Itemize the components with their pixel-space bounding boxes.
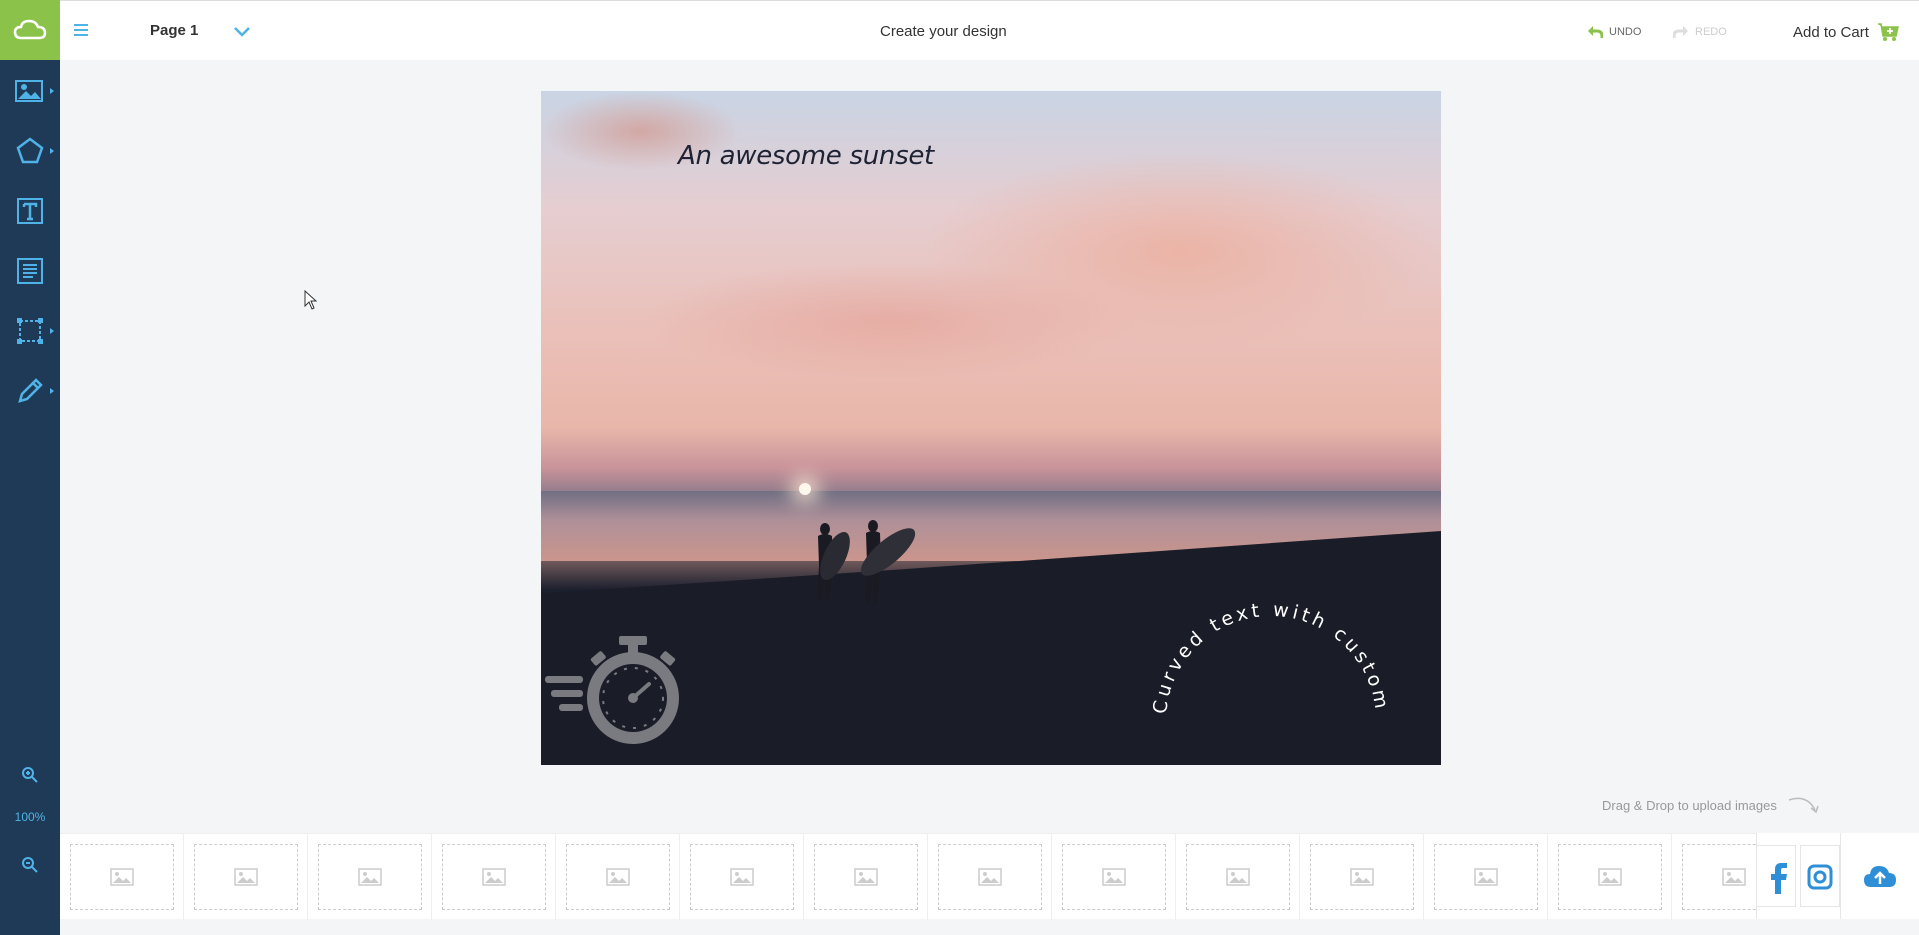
curved-arrow-icon — [1788, 797, 1819, 814]
design-canvas[interactable]: An awesome sunset Curved text with custo… — [541, 91, 1441, 765]
image-placeholder[interactable] — [184, 834, 308, 920]
image-placeholder-icon — [729, 868, 754, 886]
text-tool-button[interactable] — [0, 186, 60, 236]
cart-icon — [1877, 23, 1899, 41]
undo-icon — [1588, 26, 1603, 38]
image-placeholder-icon — [1101, 868, 1126, 886]
pencil-icon — [18, 378, 43, 403]
image-placeholder[interactable] — [1548, 834, 1672, 920]
image-placeholder-icon — [977, 868, 1002, 886]
add-to-cart-button[interactable]: Add to Cart — [1793, 22, 1899, 42]
zoom-out-icon — [22, 857, 38, 873]
pentagon-icon — [16, 137, 44, 164]
add-to-cart-label: Add to Cart — [1793, 23, 1869, 41]
image-icon — [15, 80, 43, 102]
cloud-logo-icon[interactable] — [0, 0, 60, 60]
image-placeholder-icon — [1349, 868, 1374, 886]
page-title: Create your design — [880, 23, 1007, 40]
image-placeholder-icon — [605, 868, 630, 886]
cloud-upload-icon — [1864, 866, 1896, 887]
image-placeholder-icon — [1721, 868, 1746, 886]
image-placeholder[interactable] — [928, 834, 1052, 920]
svg-text:Curved text with custom font: Curved text with custom font — [1141, 551, 1393, 722]
setting-sun — [799, 483, 811, 495]
image-placeholder-icon — [1597, 868, 1622, 886]
instagram-icon — [1807, 864, 1833, 890]
zoom-out-button[interactable] — [0, 850, 60, 880]
redo-label: REDO — [1695, 26, 1727, 38]
image-placeholder-icon — [481, 868, 506, 886]
image-placeholder[interactable] — [1424, 834, 1548, 920]
image-placeholder[interactable] — [680, 834, 804, 920]
facebook-upload-button[interactable] — [1756, 845, 1796, 907]
zoom-in-icon — [22, 767, 38, 783]
text-block-tool-button[interactable] — [0, 246, 60, 296]
sky-cloud — [641, 261, 1141, 381]
facebook-icon — [1771, 863, 1787, 894]
shapes-tool-button[interactable] — [0, 126, 60, 176]
images-tool-button[interactable] — [0, 66, 60, 116]
zoom-in-button[interactable] — [0, 760, 60, 790]
left-sidebar: 100% — [0, 0, 60, 935]
image-tray — [60, 833, 1919, 920]
text-icon — [17, 198, 43, 224]
drag-drop-hint: Drag & Drop to upload images — [1602, 794, 1821, 816]
cloud-upload-button[interactable] — [1840, 833, 1919, 919]
image-placeholder[interactable] — [432, 834, 556, 920]
instagram-upload-button[interactable] — [1800, 845, 1840, 907]
image-placeholder[interactable] — [1052, 834, 1176, 920]
image-placeholder[interactable] — [1176, 834, 1300, 920]
frame-icon — [17, 318, 43, 344]
image-placeholder-icon — [1473, 868, 1498, 886]
paragraph-icon — [17, 258, 43, 284]
drag-drop-label: Drag & Drop to upload images — [1602, 797, 1777, 813]
redo-button[interactable]: REDO — [1673, 25, 1727, 39]
image-placeholder[interactable] — [60, 834, 184, 920]
image-placeholder-icon — [357, 868, 382, 886]
redo-icon — [1673, 26, 1688, 38]
hamburger-menu-icon[interactable] — [72, 21, 90, 39]
mouse-cursor-icon — [304, 290, 318, 310]
frame-tool-button[interactable] — [0, 306, 60, 356]
surfers-silhouette — [817, 520, 916, 604]
draw-tool-button[interactable] — [0, 366, 60, 416]
image-placeholder[interactable] — [556, 834, 680, 920]
image-placeholder[interactable] — [804, 834, 928, 920]
curved-text[interactable]: Curved text with custom font — [1141, 551, 1401, 731]
page-selector-label[interactable]: Page 1 — [150, 22, 198, 39]
chevron-down-icon[interactable] — [232, 21, 252, 41]
top-bar: Page 1 Create your design UNDO REDO Add … — [60, 0, 1919, 60]
image-placeholder-icon — [233, 868, 258, 886]
stopwatch-icon[interactable] — [541, 636, 686, 748]
curved-text-content: Curved text with custom font — [1141, 551, 1390, 722]
image-placeholder[interactable] — [1300, 834, 1424, 920]
image-placeholder[interactable] — [308, 834, 432, 920]
image-placeholder-icon — [853, 868, 878, 886]
headline-text[interactable]: An awesome sunset — [678, 141, 934, 171]
zoom-level: 100% — [14, 810, 46, 824]
image-placeholder-icon — [1225, 868, 1250, 886]
image-placeholder-icon — [109, 868, 134, 886]
undo-button[interactable]: UNDO — [1587, 25, 1641, 39]
undo-label: UNDO — [1609, 26, 1642, 38]
